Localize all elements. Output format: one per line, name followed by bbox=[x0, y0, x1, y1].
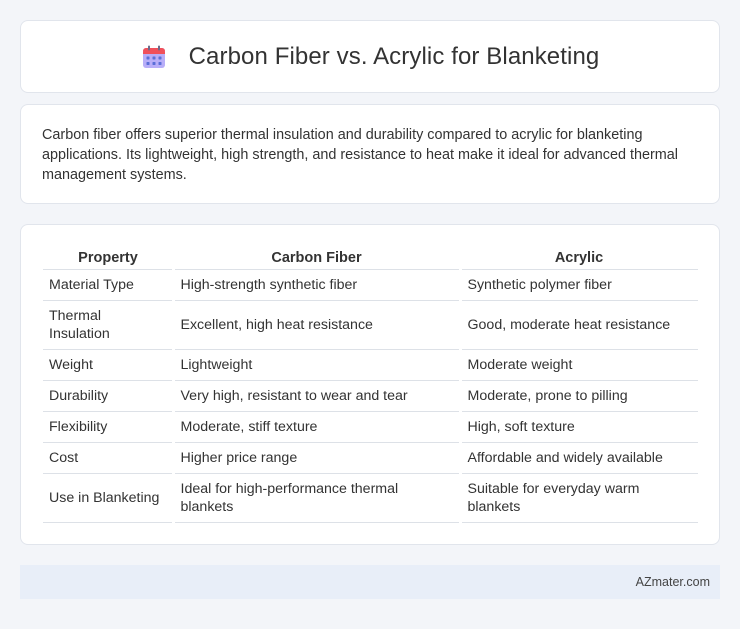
table-row: Durability Very high, resistant to wear … bbox=[43, 380, 698, 412]
acrylic-cell: Synthetic polymer fiber bbox=[458, 269, 698, 301]
acrylic-cell: High, soft texture bbox=[458, 411, 698, 443]
table-row: Flexibility Moderate, stiff texture High… bbox=[43, 411, 698, 443]
table-row: Weight Lightweight Moderate weight bbox=[43, 349, 698, 381]
acrylic-cell: Suitable for everyday warm blankets bbox=[458, 473, 698, 523]
comparison-table: Property Carbon Fiber Acrylic Material T… bbox=[43, 247, 698, 523]
carbon-fiber-cell: Excellent, high heat resistance bbox=[171, 300, 460, 350]
property-cell: Flexibility bbox=[43, 411, 173, 443]
acrylic-cell: Affordable and widely available bbox=[458, 442, 698, 474]
table-header-row: Property Carbon Fiber Acrylic bbox=[43, 247, 698, 270]
table-row: Thermal Insulation Excellent, high heat … bbox=[43, 300, 698, 350]
table-row: Cost Higher price range Affordable and w… bbox=[43, 442, 698, 474]
column-header-property: Property bbox=[43, 247, 173, 270]
carbon-fiber-cell: Ideal for high-performance thermal blank… bbox=[171, 473, 460, 523]
carbon-fiber-cell: Moderate, stiff texture bbox=[171, 411, 460, 443]
property-cell: Durability bbox=[43, 380, 173, 412]
comparison-table-card: Property Carbon Fiber Acrylic Material T… bbox=[20, 224, 720, 545]
property-cell: Cost bbox=[43, 442, 173, 474]
summary-card: Carbon fiber offers superior thermal ins… bbox=[20, 104, 720, 204]
property-cell: Use in Blanketing bbox=[43, 473, 173, 523]
calendar-icon bbox=[142, 45, 165, 68]
property-cell: Weight bbox=[43, 349, 173, 381]
column-header-carbon-fiber: Carbon Fiber bbox=[173, 247, 460, 270]
carbon-fiber-cell: Very high, resistant to wear and tear bbox=[171, 380, 460, 412]
page-title: Carbon Fiber vs. Acrylic for Blanketing bbox=[188, 42, 600, 70]
table-row: Material Type High-strength synthetic fi… bbox=[43, 269, 698, 301]
carbon-fiber-cell: Lightweight bbox=[171, 349, 460, 381]
property-cell: Thermal Insulation bbox=[43, 300, 173, 350]
acrylic-cell: Moderate weight bbox=[458, 349, 698, 381]
footer: AZmater.com bbox=[20, 565, 720, 599]
title-wrap: Carbon Fiber vs. Acrylic for Blanketing bbox=[141, 43, 600, 71]
summary-text: Carbon fiber offers superior thermal ins… bbox=[42, 127, 678, 183]
table-row: Use in Blanketing Ideal for high-perform… bbox=[43, 473, 698, 523]
title-card: Carbon Fiber vs. Acrylic for Blanketing bbox=[20, 20, 720, 93]
column-header-acrylic: Acrylic bbox=[460, 247, 698, 270]
carbon-fiber-cell: Higher price range bbox=[171, 442, 460, 474]
property-cell: Material Type bbox=[43, 269, 173, 301]
carbon-fiber-cell: High-strength synthetic fiber bbox=[171, 269, 460, 301]
acrylic-cell: Moderate, prone to pilling bbox=[458, 380, 698, 412]
footer-site-name: AZmater.com bbox=[635, 575, 710, 589]
acrylic-cell: Good, moderate heat resistance bbox=[458, 300, 698, 350]
